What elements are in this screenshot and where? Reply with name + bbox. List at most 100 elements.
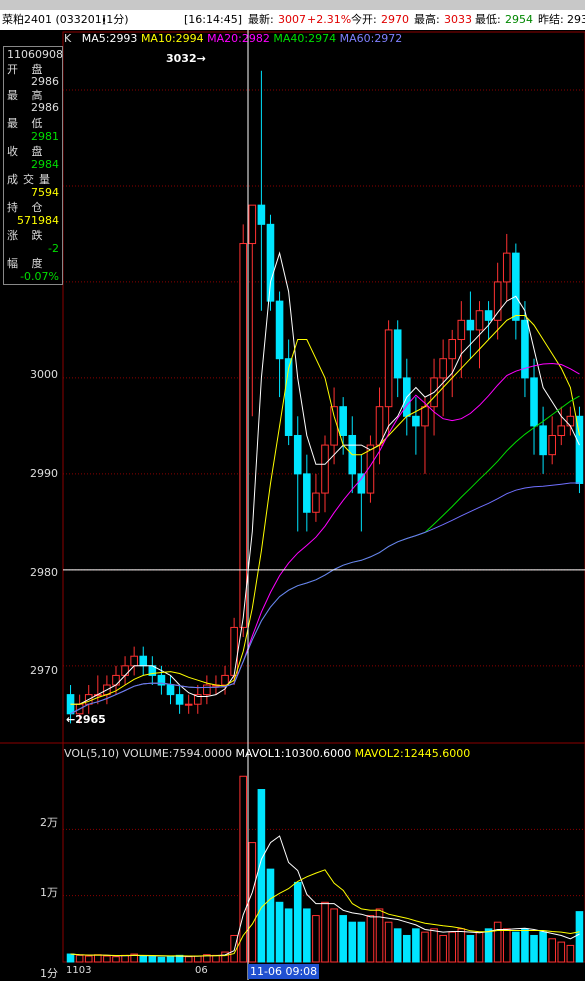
price-tick-2990: 2990 [30,467,58,480]
candle-body [539,425,547,456]
candle-body [175,694,184,705]
prev-close-value: 293 [567,13,585,26]
volume-legend: VOL(5,10) VOLUME:7594.0000 MAVOL1:10300.… [64,747,470,760]
instrument-name: 菜粕2401 (033201) [2,13,107,26]
vol-value: VOLUME:7594.0000 [122,747,232,760]
volume-bar [94,954,102,963]
open-label: 今开: [351,13,377,26]
info-close-value: 2984 [31,158,59,171]
volume-bar [266,868,275,963]
volume-bar [421,931,429,963]
high-label: 最高: [414,13,440,26]
volume-bar [484,928,493,963]
candle-body [166,684,175,696]
ma60-legend: MA60:2972 [339,32,403,45]
mavol2-value: MAVOL2:12445.6000 [354,747,471,760]
info-low-value: 2981 [31,130,59,143]
candle-body [448,339,457,360]
info-volume-value: 7594 [31,186,59,199]
volume-bar [257,789,266,963]
window-toolbar [0,0,585,10]
candle-body [257,204,266,225]
candle-body [293,434,302,475]
bar-info-box: 11060908 开 盘 2986 最 高 2986 最 低 2981 收 盘 … [3,46,63,285]
volume-bar [121,954,129,963]
volume-bar [557,941,566,963]
info-oi-label: 持 仓 [7,201,48,214]
candle-body [475,310,484,331]
candle-body [312,492,320,513]
candle-body [384,329,393,408]
candle-body [303,473,311,513]
candle-body [502,252,511,283]
cursor-time-label: 11-06 09:08 [248,964,320,979]
candle-body [184,703,193,706]
price-tick-2970: 2970 [30,664,58,677]
candle-body [130,655,138,667]
volume-bar [575,911,584,963]
price-tick-2980: 2980 [30,566,58,579]
volume-bar [312,915,320,963]
volume-bar [112,956,120,963]
low-label: 最低: [475,13,501,26]
high-value: 3033 [444,13,472,26]
info-open-value: 2986 [31,75,59,88]
volume-bar [239,775,248,963]
kline-chart[interactable] [0,30,585,980]
volume-bar [321,901,329,963]
vol-tick-20k: 2万 [40,816,58,829]
candle-body [566,415,575,427]
volume-bar [212,954,220,963]
volume-bar [66,953,75,963]
latest-value: 3007 [278,13,306,26]
volume-bar [539,931,547,963]
volume-bar [393,928,402,963]
k-label: K [64,32,72,45]
ma40-legend: MA40:2974 [273,32,337,45]
volume-bar [139,955,148,963]
info-change-value: -2 [48,242,59,255]
volume-bar [303,908,311,963]
candle-body [121,665,129,676]
vol-tick-10k: 1万 [40,886,58,899]
volume-bar [448,931,457,963]
volume-bar [548,938,556,963]
candle-body [321,444,329,494]
ma10-legend: MA10:2994 [140,32,204,45]
mavol1-value: MAVOL1:10300.6000 [235,747,352,760]
volume-bar [330,908,338,963]
open-value: 2970 [381,13,409,26]
volume-bar [166,955,175,963]
change-value: +2.31% [307,13,352,26]
candle-body [557,425,566,436]
candle-body [357,473,366,494]
time-tick-1103: 1103 [66,965,92,976]
volume-bar [248,842,257,963]
info-datetime: 11060908 [7,48,63,61]
volume-bar [348,921,357,963]
candle-body [221,674,229,686]
period-tab[interactable]: 1分 [40,965,58,981]
prev-close-label: 昨结: [538,13,564,26]
price-panel-frame [62,31,585,744]
candle-body [230,626,238,676]
volume-bar [493,921,502,963]
latest-label: 最新: [248,13,274,26]
volume-bar [384,921,393,963]
volume-bar [566,944,575,963]
candle-body [548,434,556,456]
period-label: (1分) [102,13,129,26]
candle-body [139,655,148,667]
volume-bar [439,934,447,963]
candle-body [412,415,420,427]
candle-body [512,252,520,321]
volume-bar [512,931,520,963]
volume-bar [402,934,411,963]
volume-bar [284,908,293,963]
volume-bar [366,915,375,963]
volume-bar [521,928,529,963]
volume-bar [457,928,466,963]
low-annotation: ←2965 [66,713,106,726]
volume-bar [475,931,484,963]
volume-bar [275,901,284,963]
